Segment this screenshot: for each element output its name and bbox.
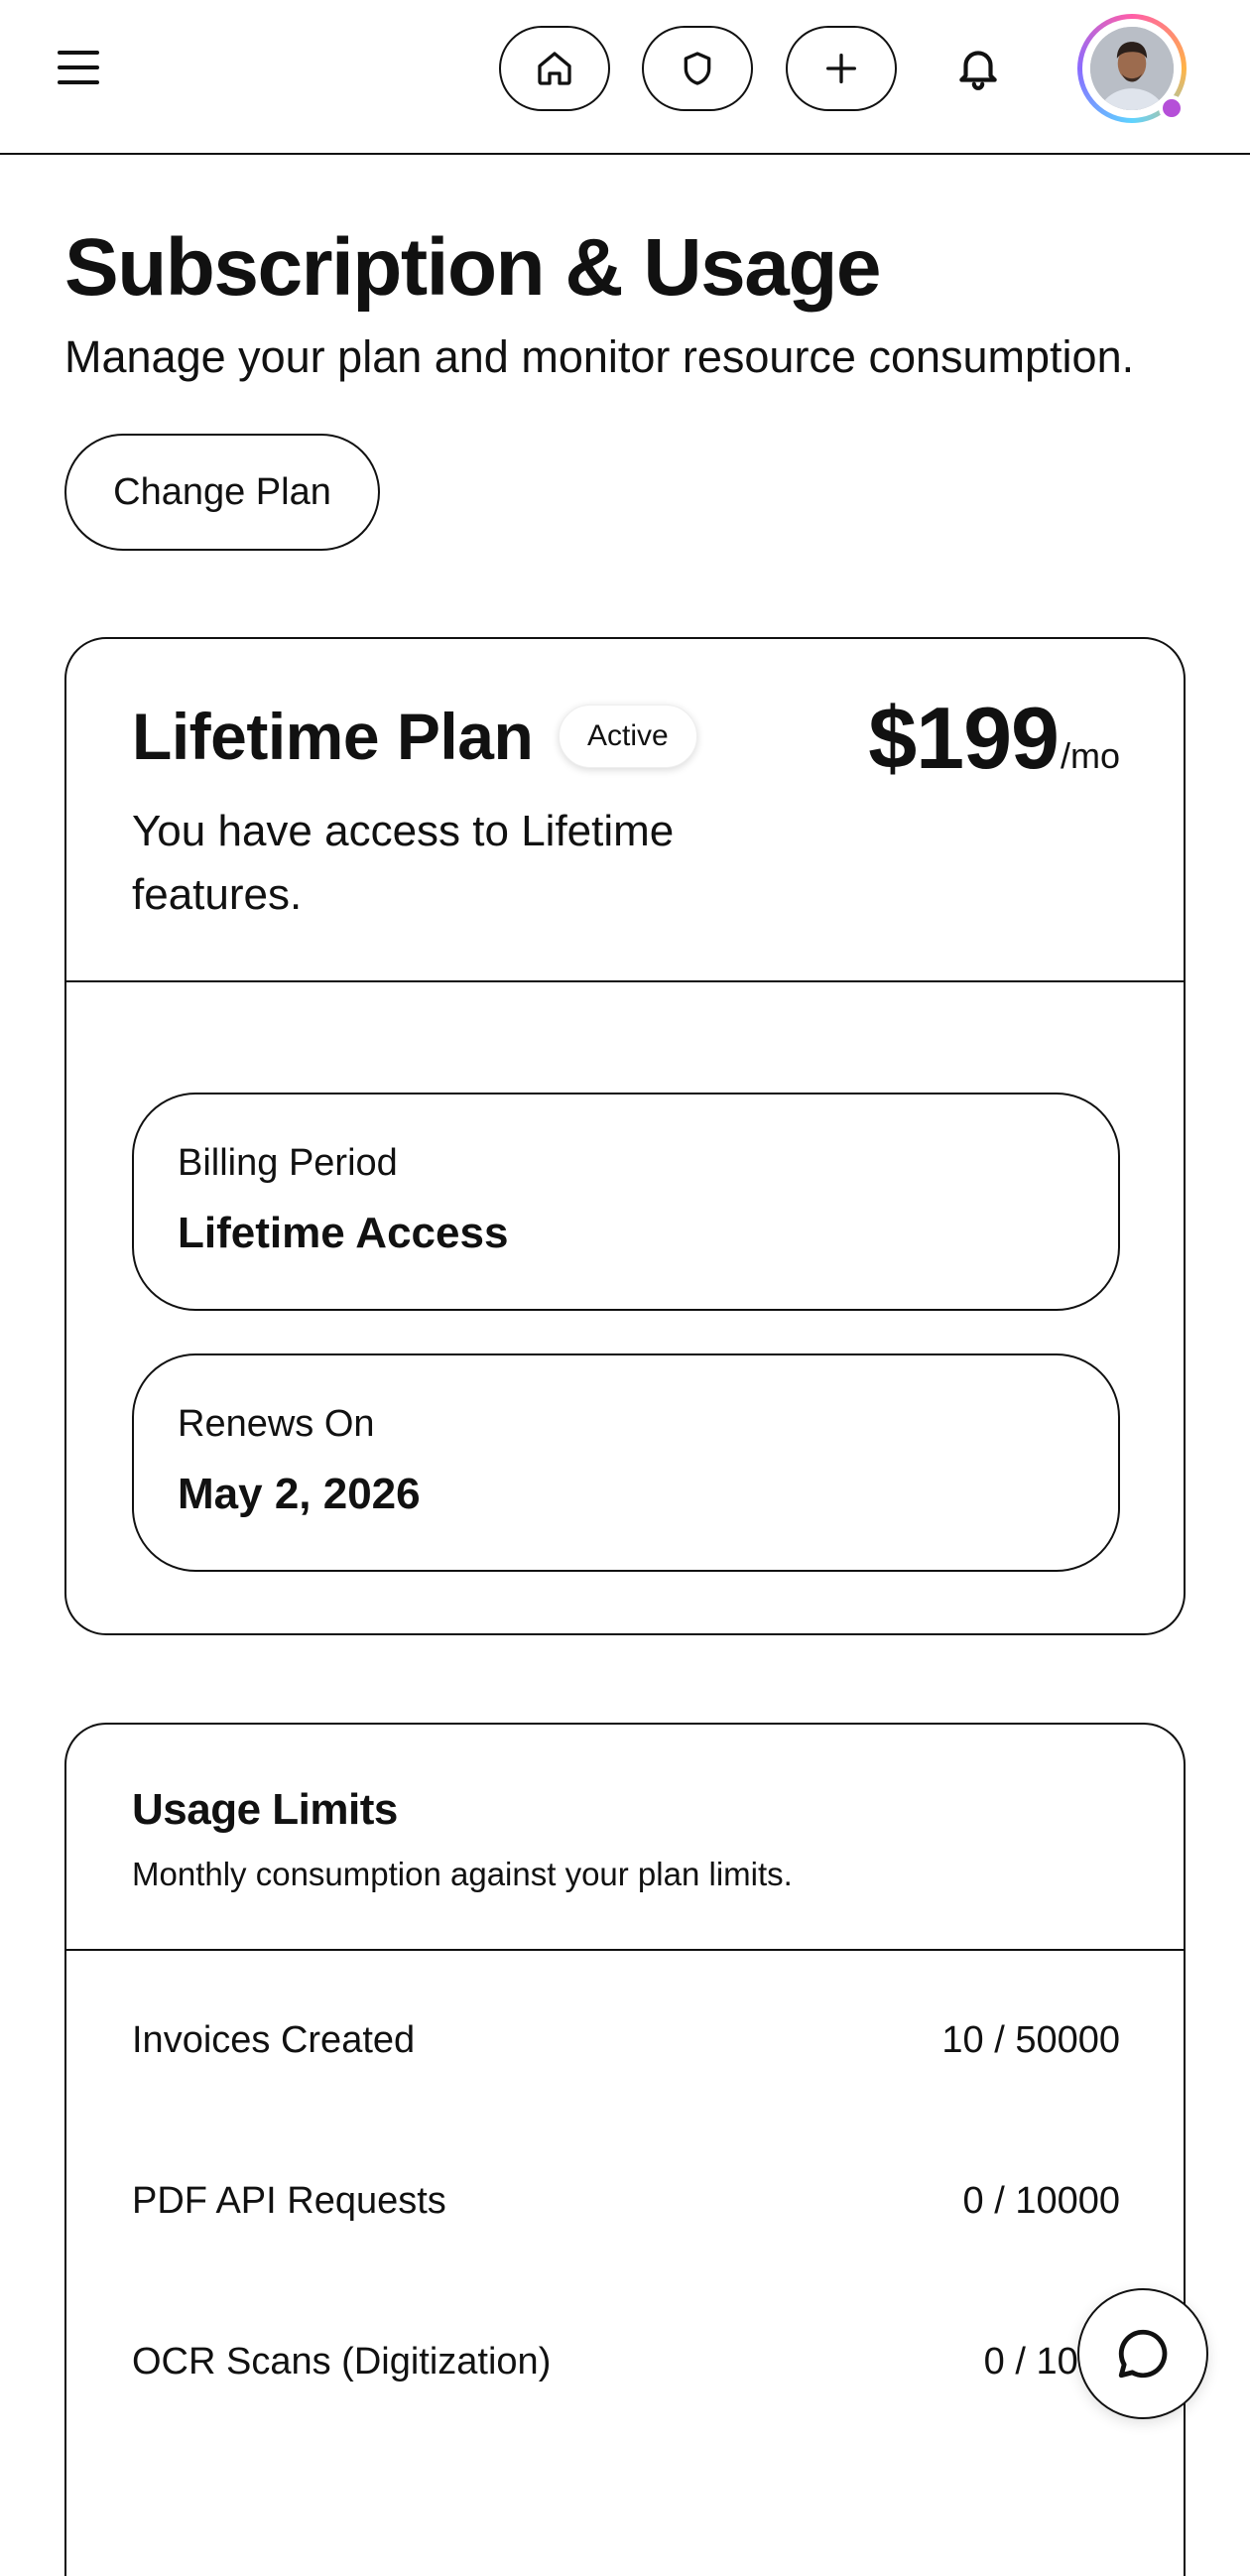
chat-bubble-icon <box>1118 2329 1168 2379</box>
page-title: Subscription & Usage <box>64 222 882 313</box>
usage-subtitle: Monthly consumption against your plan li… <box>132 1856 793 1892</box>
usage-card-header: Usage Limits Monthly consumption against… <box>66 1725 1184 1951</box>
usage-limits-card: Usage Limits Monthly consumption against… <box>64 1723 1186 2576</box>
usage-label: Invoices Created <box>132 2018 416 2061</box>
usage-value: 10 / 50000 <box>941 2018 1120 2061</box>
usage-row: OCR Scans (Digitization) 0 / 1000 <box>132 2332 1120 2391</box>
hamburger-menu-icon[interactable] <box>58 40 113 95</box>
avatar-photo <box>1090 27 1174 110</box>
renews-on-label: Renews On <box>178 1403 375 1445</box>
usage-row: Invoices Created 10 / 50000 <box>132 2010 1120 2070</box>
usage-row: PDF API Requests 0 / 10000 <box>132 2171 1120 2231</box>
plan-price: $199 /mo <box>868 689 1120 788</box>
chat-button[interactable] <box>1077 2288 1208 2419</box>
renews-on-value: May 2, 2026 <box>178 1470 421 1518</box>
status-badge: Active <box>559 705 697 768</box>
home-icon <box>538 52 571 85</box>
add-button[interactable] <box>786 26 897 111</box>
online-status-dot <box>1159 95 1185 121</box>
top-navigation-bar <box>0 0 1250 155</box>
usage-value: 0 / 10000 <box>962 2179 1120 2222</box>
home-button[interactable] <box>499 26 610 111</box>
plan-description: You have access to Lifetime features. <box>132 807 675 919</box>
shield-icon <box>684 52 711 85</box>
notifications-button[interactable] <box>950 38 1006 97</box>
security-button[interactable] <box>642 26 753 111</box>
usage-title: Usage Limits <box>132 1785 398 1834</box>
price-unit: /mo <box>1060 735 1120 776</box>
billing-period-box: Billing Period Lifetime Access <box>132 1093 1120 1311</box>
usage-label: PDF API Requests <box>132 2179 446 2222</box>
usage-label: OCR Scans (Digitization) <box>132 2340 552 2383</box>
billing-period-label: Billing Period <box>178 1142 398 1184</box>
plus-icon <box>826 54 856 84</box>
change-plan-button[interactable]: Change Plan <box>64 434 380 551</box>
page-subtitle: Manage your plan and monitor resource co… <box>64 331 1135 382</box>
plan-card-header: Lifetime Plan Active $199 /mo You have a… <box>66 639 1184 982</box>
renews-on-box: Renews On May 2, 2026 <box>132 1353 1120 1572</box>
bell-icon <box>959 51 997 90</box>
plan-name: Lifetime Plan <box>132 700 534 773</box>
plan-card: Lifetime Plan Active $199 /mo You have a… <box>64 637 1186 1635</box>
user-avatar[interactable] <box>1077 14 1187 123</box>
price-amount: $199 <box>868 689 1060 787</box>
billing-period-value: Lifetime Access <box>178 1209 509 1257</box>
